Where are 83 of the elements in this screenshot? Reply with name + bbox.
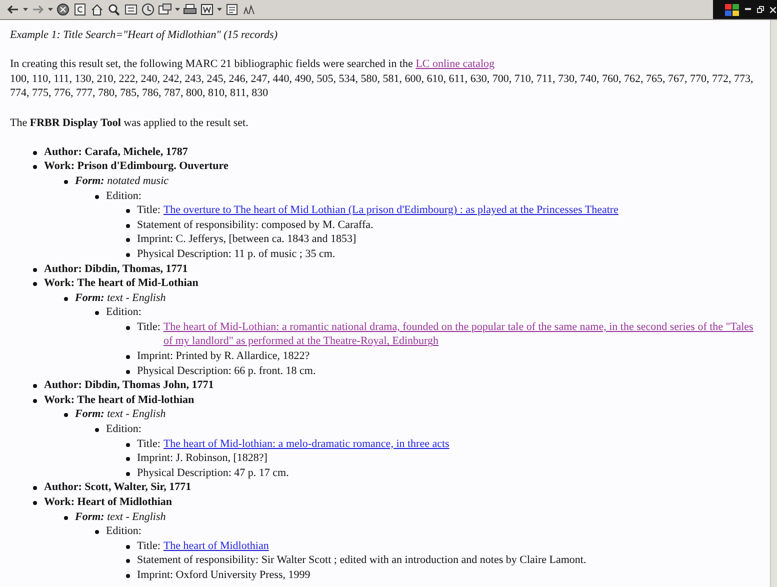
form-label: Form: text - English — [75, 510, 166, 524]
field-text: Statement of responsibility: composed by M. Caraffa. — [137, 218, 374, 232]
form-label: Form: text - English — [75, 290, 166, 306]
field-label: Title: — [137, 436, 160, 452]
form-label: Form: text - English — [75, 407, 166, 422]
field-label: Title: — [137, 320, 160, 334]
field-text: Edition: — [106, 524, 142, 539]
search-icon[interactable] — [107, 3, 121, 16]
caret-icon[interactable] — [217, 8, 222, 11]
bullet-icon — [126, 370, 130, 374]
bullet-icon — [33, 165, 37, 170]
field-text: Imprint: Oxford University Press, 1999 — [137, 568, 310, 583]
bullet-icon — [64, 296, 68, 301]
result-heading: Author: Carafa, Michele, 1787 — [44, 144, 188, 160]
bullet-icon — [95, 530, 99, 534]
bullet-icon — [126, 457, 130, 462]
form-label: Form: notated music — [75, 174, 169, 189]
result-heading: Work: The heart of Mid-lothian — [44, 392, 194, 408]
field-text: Physical Description: 47 p. 17 cm. — [137, 466, 289, 480]
bullet-icon — [33, 486, 37, 490]
field-text: Imprint: J. Robinson, [1828?] — [137, 451, 268, 466]
intro-text: In creating this result set, the following MARC 21 bibliographic fields were searched in the — [10, 58, 413, 70]
back-arrow-icon[interactable] — [6, 3, 20, 16]
bullet-icon — [126, 224, 130, 228]
bullet-icon — [33, 282, 37, 286]
bullet-icon — [64, 413, 68, 418]
restore-icon[interactable] — [757, 6, 764, 13]
print-icon[interactable] — [183, 3, 197, 16]
result-heading: Author: Scott, Walter, Sir, 1771 — [44, 480, 192, 495]
bullet-icon — [64, 516, 68, 520]
catalog-link[interactable]: LC online catalog — [416, 58, 494, 70]
field-label: Title: — [137, 203, 160, 218]
field-text: Physical Description: 11 p. of music ; 35 cm. — [137, 246, 336, 262]
history-icon[interactable] — [141, 3, 155, 16]
bullet-icon — [126, 472, 130, 476]
result-heading: Work: Heart of Midlothian — [44, 495, 172, 510]
close-icon[interactable] — [770, 6, 776, 12]
title-link[interactable]: The heart of Mid-Lothian: a romantic national drama, founded on the popular tale of the same name, in the second series of the "Tales of my landlord" as performed at the Theatre-Royal, Edinburgh — [163, 320, 756, 350]
windows-logo-icon — [725, 4, 739, 16]
search-heading: Example 1: Title Search="Heart of Midlothian" (15 records) — [10, 28, 278, 43]
edit-icon[interactable] — [200, 3, 214, 16]
caret-icon[interactable] — [48, 8, 53, 11]
bullet-icon — [126, 252, 130, 257]
result-heading: Author: Dibdin, Thomas, 1771 — [44, 262, 188, 276]
result-heading: Work: Prison d'Edimbourg. Ouverture — [44, 159, 228, 174]
bullet-icon — [64, 180, 68, 184]
field-text: Edition: — [106, 305, 142, 320]
title-link[interactable]: The heart of Mid-lothian: a melo-dramatic romance, in three acts — [163, 436, 450, 452]
bullet-icon — [126, 238, 130, 242]
field-text: Statement of responsibility: Sir Walter Scott ; edited with an introduction and notes by Claire Lamont. — [137, 553, 586, 568]
field-text: Imprint: C. Jefferys, [between ca. 1843 and 1853] — [137, 232, 356, 247]
bullet-icon — [33, 398, 37, 403]
bullet-icon — [126, 355, 130, 360]
scrollbar[interactable] — [770, 20, 777, 587]
field-text: Imprint: Printed by R. Allardice, 1822? — [137, 349, 310, 364]
bullet-icon — [126, 209, 130, 214]
bullet-icon — [33, 384, 37, 388]
result-heading: Work: The heart of Mid-Lothian — [44, 276, 198, 291]
title-link[interactable]: The overture to The heart of Mid Lothian (La prison d'Edimbourg) : as played at the Princesses Theatre — [163, 203, 618, 218]
field-list-text: 100, 110, 111, 130, 210, 222, 240, 242, 243, 245, 246, 247, 440, 490, 505, 534, 580, 581, 600, 610, 611, 630, 700, 710, 711, 730, 740, 760, 762, 765, 767, 770, 772, 773, 774, 775, 776, 777, 780, 785, 786, 787, 800, 810, 811, 830 — [10, 72, 754, 100]
minimize-icon[interactable] — [745, 8, 751, 11]
bullet-icon — [126, 326, 130, 330]
field-text: Edition: — [106, 188, 142, 204]
stop-icon[interactable] — [56, 3, 70, 16]
home-icon[interactable] — [90, 3, 104, 16]
bullet-icon — [33, 501, 37, 505]
caret-icon[interactable] — [175, 8, 180, 11]
field-text: Edition: — [106, 422, 142, 437]
caret-icon[interactable] — [23, 8, 28, 11]
title-link[interactable]: The heart of Midlothian — [163, 538, 269, 554]
bullet-icon — [33, 268, 37, 272]
field-label: Title: — [137, 538, 160, 554]
bullet-icon — [126, 544, 130, 549]
bullet-icon — [126, 442, 130, 447]
bullet-icon — [33, 150, 37, 155]
bullet-icon — [95, 194, 99, 199]
result-heading: Author: Dibdin, Thomas John, 1771 — [44, 378, 214, 393]
bullet-icon — [126, 559, 130, 564]
bullet-icon — [95, 311, 99, 316]
bullet-icon — [95, 428, 99, 432]
tool-note: The FRBR Display Tool was applied to the result set. — [10, 116, 250, 130]
field-text: Physical Description: 66 p. front. 18 cm. — [137, 364, 316, 378]
bullet-icon — [126, 574, 130, 578]
